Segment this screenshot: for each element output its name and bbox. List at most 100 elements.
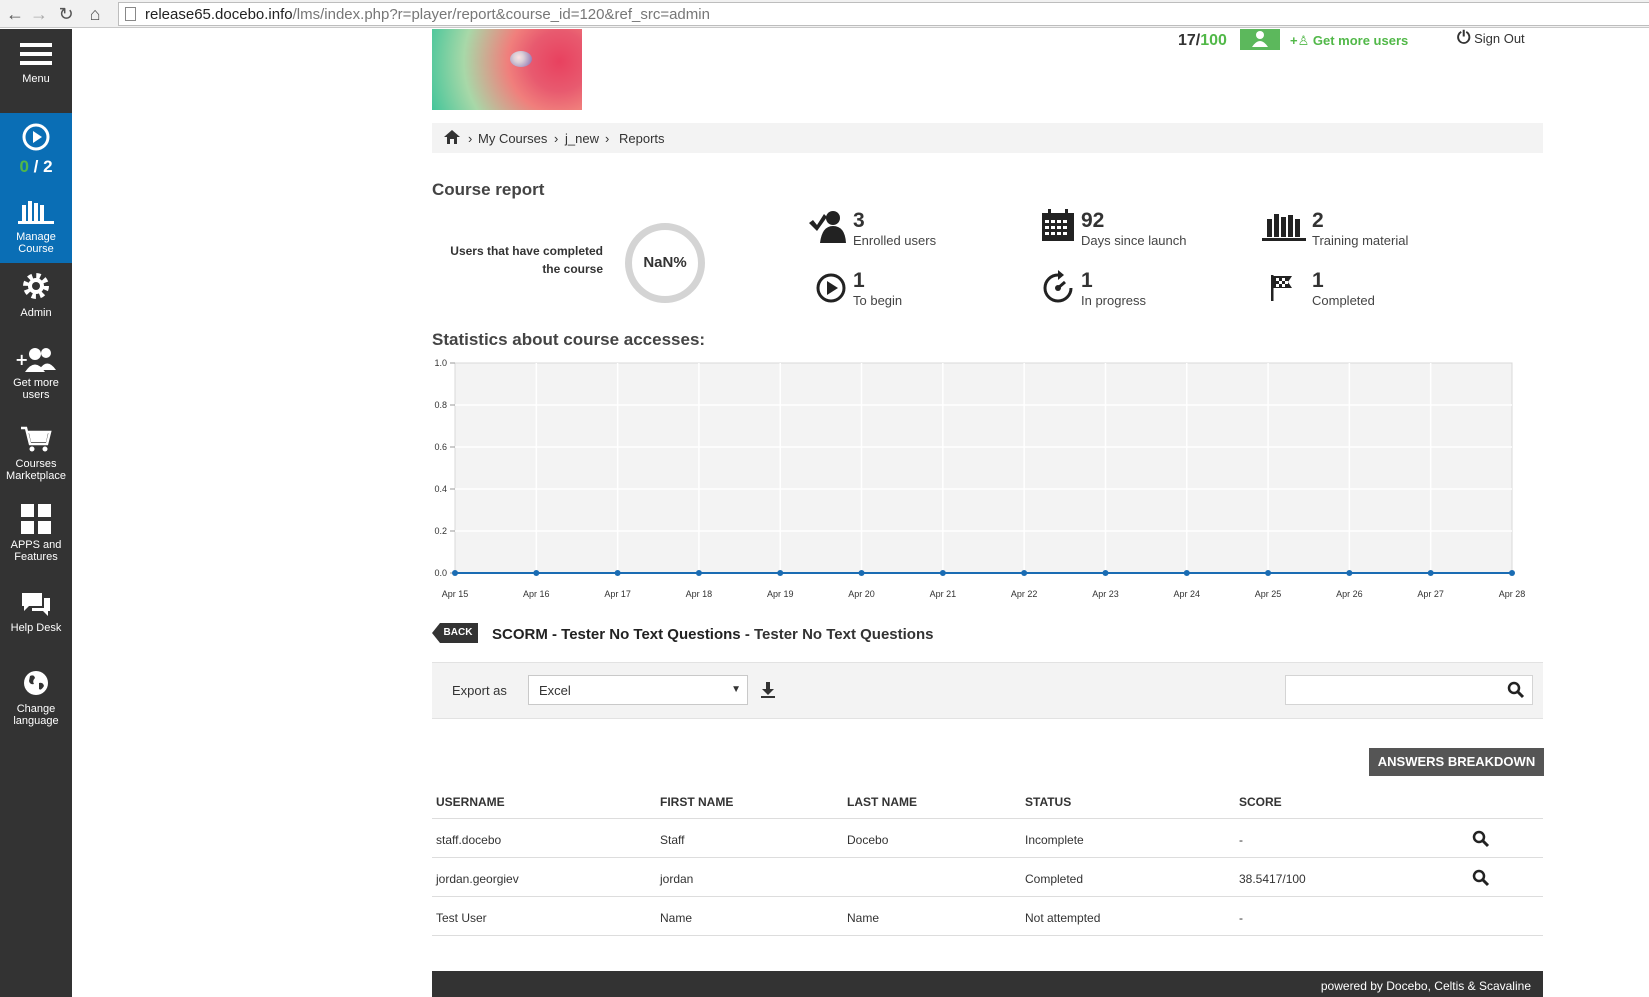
download-icon[interactable] bbox=[760, 681, 776, 699]
sidebar-item-manage-course[interactable]: Manage Course bbox=[0, 191, 72, 263]
chart-data-point bbox=[777, 570, 784, 576]
chart-data-point bbox=[1427, 570, 1434, 576]
breadcrumb-separator: › bbox=[554, 131, 559, 146]
reload-icon[interactable]: ↻ bbox=[55, 3, 77, 25]
books-icon bbox=[1262, 214, 1306, 241]
chart-y-tick-label: 1.0 bbox=[434, 358, 447, 368]
calendar-icon bbox=[1042, 209, 1074, 241]
books-icon bbox=[18, 201, 54, 224]
apps-label-2: Features bbox=[14, 551, 58, 563]
sidebar-item-player[interactable]: 0 / 2 bbox=[0, 113, 72, 191]
chart-data-point bbox=[1509, 570, 1515, 576]
cell-last-name: Name bbox=[847, 911, 880, 925]
header-score[interactable]: SCORE bbox=[1239, 795, 1282, 809]
completion-percent: NaN% bbox=[643, 254, 687, 271]
header-last-name[interactable]: LAST NAME bbox=[847, 795, 917, 809]
chart-data-point bbox=[1102, 570, 1109, 576]
play-circle-icon bbox=[22, 123, 50, 151]
address-bar[interactable]: release65.docebo.info/lms/index.php?r=pl… bbox=[118, 2, 1649, 26]
answers-breakdown-button[interactable]: ANSWERS BREAKDOWN bbox=[1369, 748, 1544, 776]
play-circle-icon bbox=[816, 273, 846, 303]
sidebar-item-get-more-users[interactable]: + Get more users bbox=[0, 345, 72, 421]
sidebar-item-menu[interactable]: Menu bbox=[0, 41, 72, 107]
search-icon[interactable] bbox=[1507, 681, 1525, 699]
cell-status: Completed bbox=[1025, 872, 1084, 886]
cell-score: - bbox=[1239, 911, 1243, 925]
browser-toolbar: ← → ↻ ⌂ release65.docebo.info/lms/index.… bbox=[0, 0, 1649, 28]
cell-status: Not attempted bbox=[1025, 911, 1101, 925]
chart-x-tick-label: Apr 23 bbox=[1092, 589, 1119, 599]
progress-clock-icon bbox=[1043, 270, 1073, 303]
users-button[interactable] bbox=[1240, 29, 1280, 50]
manage-course-label: Manage bbox=[16, 231, 56, 243]
svg-text:+: + bbox=[15, 350, 28, 369]
breadcrumb-separator: › bbox=[468, 131, 473, 146]
table-row: Test User Name Name Not attempted - bbox=[432, 897, 1543, 936]
chart-data-point bbox=[1021, 570, 1028, 576]
sidebar-item-language[interactable]: Change language bbox=[0, 669, 72, 749]
scorm-title: SCORM - Tester No Text Questions - Teste… bbox=[492, 626, 934, 643]
chart-x-tick-label: Apr 19 bbox=[767, 589, 794, 599]
chart-data-point bbox=[1346, 570, 1353, 576]
chart-x-tick-label: Apr 18 bbox=[686, 589, 713, 599]
sidebar-item-apps[interactable]: APPS and Features bbox=[0, 503, 72, 583]
chart-x-tick-label: Apr 16 bbox=[523, 589, 550, 599]
back-button[interactable]: BACK bbox=[432, 623, 478, 643]
magnifier-icon[interactable] bbox=[1472, 830, 1490, 848]
sidebar-item-helpdesk[interactable]: Help Desk bbox=[0, 591, 72, 657]
cell-first-name: Name bbox=[660, 911, 693, 925]
home-icon[interactable]: ⌂ bbox=[84, 3, 106, 25]
get-more-users-label-2: users bbox=[22, 389, 50, 401]
manage-course-label-2: Course bbox=[18, 243, 54, 255]
header-first-name[interactable]: FIRST NAME bbox=[660, 795, 733, 809]
sidebar: Menu 0 / 2 Manage Course Admin + Get mor… bbox=[0, 29, 72, 997]
home-icon[interactable] bbox=[443, 129, 461, 148]
apps-grid-icon bbox=[21, 504, 51, 534]
helpdesk-label: Help Desk bbox=[10, 622, 62, 634]
chart-plot-area bbox=[454, 362, 1513, 574]
chart-data-point bbox=[452, 570, 458, 576]
course-thumbnail bbox=[432, 29, 582, 110]
chart-data-point bbox=[1183, 570, 1190, 576]
access-chart: 1.00.80.60.40.20.0 Apr 15 Apr 16 Apr 17 Apr… bbox=[434, 358, 1526, 599]
marketplace-label-2: Marketplace bbox=[6, 470, 66, 482]
course-report-title: Course report bbox=[432, 180, 545, 199]
cell-last-name: Docebo bbox=[847, 833, 889, 847]
users-table: USERNAME FIRST NAME LAST NAME STATUS SCO… bbox=[432, 783, 1543, 936]
back-arrow-icon[interactable]: ← bbox=[4, 3, 26, 25]
marketplace-label: Courses bbox=[15, 458, 57, 470]
sidebar-item-admin[interactable]: Admin bbox=[0, 271, 72, 339]
magnifier-icon[interactable] bbox=[1472, 869, 1490, 887]
sidebar-menu-label: Menu bbox=[22, 73, 50, 85]
chart-x-tick-label: Apr 28 bbox=[1499, 589, 1526, 599]
chart-y-tick-label: 0.6 bbox=[434, 442, 447, 452]
chart-y-tick-label: 0.0 bbox=[434, 568, 447, 578]
breadcrumb-course[interactable]: j_new bbox=[565, 131, 599, 146]
search-input[interactable] bbox=[1292, 677, 1492, 703]
get-more-users-label: Get more bbox=[13, 377, 59, 389]
breadcrumb-my-courses[interactable]: My Courses bbox=[478, 131, 547, 146]
get-more-users-link[interactable]: +♙ Get more users bbox=[1290, 33, 1408, 49]
language-label-2: language bbox=[13, 715, 59, 727]
breadcrumb-reports: Reports bbox=[619, 131, 665, 146]
apps-label: APPS and bbox=[10, 539, 62, 551]
export-format-select[interactable]: Excel ▼ bbox=[528, 675, 748, 705]
header-username[interactable]: USERNAME bbox=[436, 795, 505, 809]
cell-score: 38.5417/100 bbox=[1239, 872, 1306, 886]
search-field[interactable] bbox=[1285, 675, 1533, 705]
cell-first-name: jordan bbox=[660, 872, 694, 886]
gear-icon bbox=[23, 273, 49, 299]
url-text: release65.docebo.info/lms/index.php?r=pl… bbox=[145, 6, 710, 23]
footer-credits: powered by Docebo, Celtis & Scavaline bbox=[1320, 979, 1531, 993]
chart-data-point bbox=[614, 570, 621, 576]
player-progress: 0 / 2 bbox=[19, 157, 53, 176]
chart-x-tick-label: Apr 24 bbox=[1174, 589, 1201, 599]
globe-icon bbox=[24, 671, 48, 695]
sign-out-link[interactable]: ⏻ Sign Out bbox=[1457, 28, 1525, 48]
chart-x-tick-label: Apr 17 bbox=[604, 589, 631, 599]
cell-username: jordan.georgiev bbox=[436, 872, 519, 886]
forward-arrow-icon[interactable]: → bbox=[28, 3, 50, 25]
user-icon bbox=[1252, 31, 1268, 47]
sidebar-item-marketplace[interactable]: Courses Marketplace bbox=[0, 425, 72, 505]
header-status[interactable]: STATUS bbox=[1025, 795, 1071, 809]
